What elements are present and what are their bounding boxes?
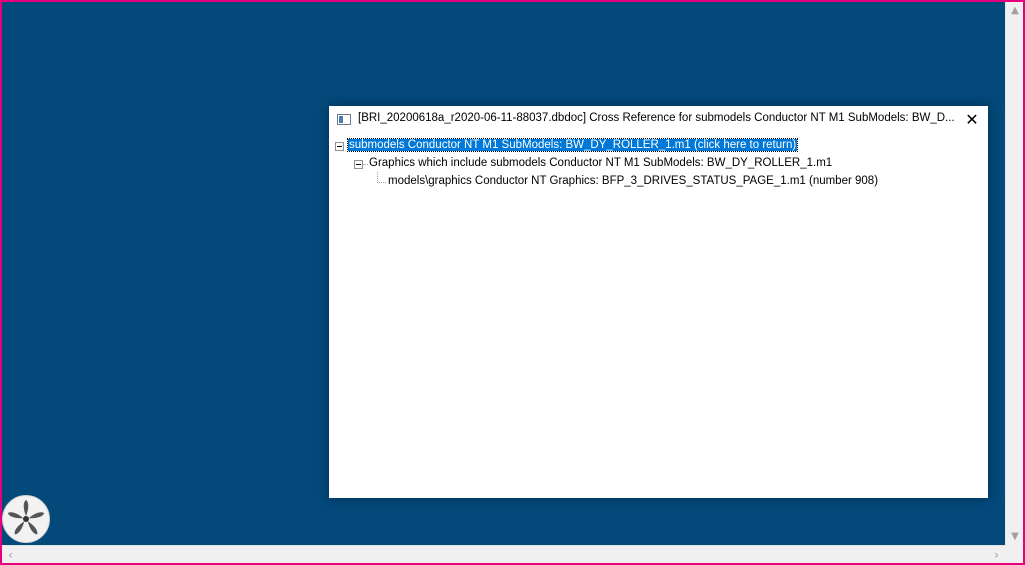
scrollbar-corner (1005, 545, 1023, 563)
tree-root-node[interactable]: submodels Conductor NT M1 SubModels: BW_… (346, 137, 799, 154)
window-title: [BRI_20200618a_r2020-06-11-88037.dbdoc] … (358, 112, 955, 124)
tree-child-node[interactable]: Graphics which include submodels Conduct… (368, 155, 833, 172)
cross-reference-tree: submodels Conductor NT M1 SubModels: BW_… (329, 134, 988, 498)
scroll-up-icon[interactable]: ▲ (1006, 2, 1024, 19)
tree-root-label: submodels Conductor NT M1 SubModels: BW_… (346, 138, 799, 152)
window-titlebar[interactable]: [BRI_20200618a_r2020-06-11-88037.dbdoc] … (329, 106, 988, 134)
tree-connector (377, 182, 386, 183)
fan-icon-graphic (7, 500, 45, 535)
scroll-right-icon[interactable]: › (988, 546, 1005, 564)
close-icon: ✕ (965, 110, 979, 129)
window-app-icon (337, 114, 351, 125)
horizontal-scrollbar[interactable]: ‹ › (2, 545, 1005, 564)
collapse-icon[interactable] (354, 160, 363, 169)
scroll-down-icon[interactable]: ▼ (1006, 528, 1024, 545)
fan-icon[interactable] (2, 495, 50, 543)
close-button[interactable]: ✕ (956, 106, 988, 134)
tree-leaf-label: models\graphics Conductor NT Graphics: B… (388, 175, 879, 187)
scroll-left-icon[interactable]: ‹ (2, 546, 19, 564)
collapse-icon[interactable] (335, 142, 344, 151)
tree-leaf-node[interactable]: models\graphics Conductor NT Graphics: B… (387, 173, 879, 190)
cross-reference-window: [BRI_20200618a_r2020-06-11-88037.dbdoc] … (329, 106, 988, 498)
tree-child-label: Graphics which include submodels Conduct… (369, 157, 833, 169)
vertical-scrollbar[interactable]: ▲ ▼ (1005, 2, 1024, 545)
